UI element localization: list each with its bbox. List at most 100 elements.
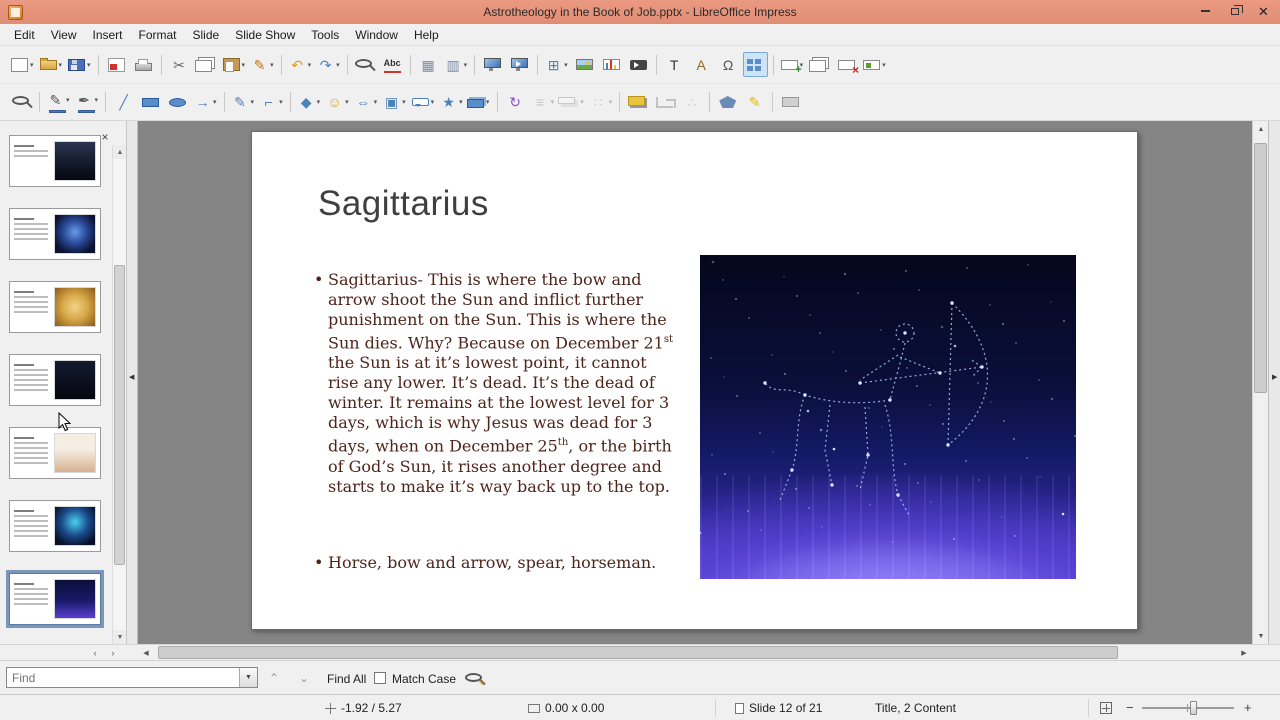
snap-lines-button[interactable]: ▥ ▾ bbox=[443, 52, 470, 77]
insert-table-dropdown-caret[interactable]: ▾ bbox=[564, 61, 568, 69]
save-button[interactable]: ▾ bbox=[66, 52, 93, 77]
fit-slide-button[interactable] bbox=[1100, 702, 1112, 714]
find-next-button[interactable]: ⌄ bbox=[292, 668, 316, 688]
symbol-shapes-button[interactable]: ☺ ▾ bbox=[324, 90, 351, 115]
menu-item-slide-show[interactable]: Slide Show bbox=[227, 25, 303, 45]
display-grid-button[interactable]: ▦ bbox=[416, 52, 441, 77]
arrange-objects-button[interactable]: ▾ bbox=[558, 90, 586, 115]
undo-dropdown-caret[interactable]: ▾ bbox=[308, 61, 312, 69]
slide-thumbnail-2[interactable] bbox=[9, 208, 101, 260]
insert-table-button[interactable]: ⊞ ▾ bbox=[543, 52, 570, 77]
slide-title[interactable]: Sagittarius bbox=[318, 184, 489, 224]
crop-image-button[interactable] bbox=[652, 90, 677, 115]
insert-chart-button[interactable] bbox=[599, 52, 624, 77]
new-slide-button[interactable]: ▾ bbox=[779, 52, 806, 77]
clone-formatting-button[interactable]: ✎ ▾ bbox=[249, 52, 276, 77]
find-previous-button[interactable]: ⌃ bbox=[262, 668, 286, 688]
slide-body-text[interactable]: • Sagittarius- This is where the bow and… bbox=[314, 270, 682, 573]
lines-and-arrows-button[interactable]: → ▾ bbox=[192, 90, 219, 115]
panel-scrollbar-thumb[interactable] bbox=[114, 265, 125, 565]
arrange-objects-dropdown-caret[interactable]: ▾ bbox=[580, 98, 584, 106]
insert-special-character-button[interactable]: Ω bbox=[716, 52, 741, 77]
panel-scrollbar[interactable]: ▲ ▼ bbox=[112, 145, 126, 644]
open-document-dropdown-caret[interactable]: ▾ bbox=[59, 61, 63, 69]
panel-scroll-left-icon[interactable]: ‹ bbox=[88, 645, 102, 661]
slide-thumbnail-5[interactable] bbox=[9, 427, 101, 479]
scroll-down-icon[interactable]: ▼ bbox=[1253, 628, 1269, 644]
zoom-slider-thumb[interactable] bbox=[1190, 701, 1197, 715]
paste-dropdown-caret[interactable]: ▾ bbox=[242, 61, 246, 69]
zoom-out-button[interactable]: − bbox=[1126, 700, 1134, 715]
sidebar-splitter[interactable]: ▶ bbox=[1268, 121, 1280, 644]
slide-thumbnail-7[interactable] bbox=[6, 570, 104, 628]
callout-shapes-button[interactable]: ▾ bbox=[410, 90, 437, 115]
menu-item-format[interactable]: Format bbox=[131, 25, 185, 45]
basic-shapes-dropdown-caret[interactable]: ▾ bbox=[317, 98, 321, 106]
find-and-replace-button[interactable]: ✎ bbox=[462, 669, 488, 689]
sagittarius-constellation-image[interactable] bbox=[700, 255, 1076, 579]
polygon-button[interactable] bbox=[715, 90, 740, 115]
slide-properties-dropdown-caret[interactable]: ▾ bbox=[882, 61, 886, 69]
align-objects-button[interactable]: ≡ ▾ bbox=[530, 90, 557, 115]
snap-lines-dropdown-caret[interactable]: ▾ bbox=[464, 61, 468, 69]
menu-item-help[interactable]: Help bbox=[406, 25, 447, 45]
find-and-replace-button[interactable] bbox=[353, 52, 378, 77]
menu-item-edit[interactable]: Edit bbox=[6, 25, 43, 45]
main-slide[interactable]: Sagittarius • Sagittarius- This is where… bbox=[251, 131, 1138, 630]
slide-thumbnail-4[interactable] bbox=[9, 354, 101, 406]
start-from-first-slide-button[interactable] bbox=[480, 52, 505, 77]
restore-button[interactable] bbox=[1220, 0, 1249, 22]
copy-button[interactable] bbox=[194, 52, 219, 77]
open-document-button[interactable]: ▾ bbox=[38, 52, 65, 77]
shadow-button[interactable] bbox=[625, 90, 650, 115]
cut-button[interactable]: ✂ bbox=[167, 52, 192, 77]
panel-scroll-right-icon[interactable]: › bbox=[106, 645, 120, 661]
vertical-scrollbar-thumb[interactable] bbox=[1254, 143, 1267, 393]
scroll-left-icon[interactable]: ◀ bbox=[138, 645, 154, 661]
block-arrows-button[interactable]: ⇔ ▾ bbox=[353, 90, 380, 115]
panel-close-button[interactable]: × bbox=[98, 130, 112, 144]
redo-button[interactable]: ↷ ▾ bbox=[315, 52, 342, 77]
zoom-button[interactable] bbox=[9, 90, 34, 115]
horizontal-scrollbar[interactable]: ◀ ▶ bbox=[138, 645, 1252, 661]
find-all-button[interactable]: Find All bbox=[327, 672, 366, 686]
flowchart-shapes-dropdown-caret[interactable]: ▾ bbox=[402, 98, 406, 106]
line-color-dropdown-caret[interactable]: ▾ bbox=[66, 96, 70, 104]
redo-dropdown-caret[interactable]: ▾ bbox=[336, 61, 340, 69]
connectors-button[interactable]: ⌐ ▾ bbox=[258, 90, 285, 115]
connectors-dropdown-caret[interactable]: ▾ bbox=[279, 98, 283, 106]
stars-and-banners-button[interactable]: ★ ▾ bbox=[438, 90, 465, 115]
undo-button[interactable]: ↶ ▾ bbox=[287, 52, 314, 77]
glue-points-button[interactable]: ✎ bbox=[742, 90, 767, 115]
paste-button[interactable]: ▾ bbox=[221, 52, 248, 77]
flowchart-shapes-button[interactable]: ▣ ▾ bbox=[381, 90, 408, 115]
rectangle-button[interactable] bbox=[138, 90, 163, 115]
callout-shapes-dropdown-caret[interactable]: ▾ bbox=[431, 98, 435, 106]
insert-image-button[interactable] bbox=[572, 52, 597, 77]
ellipse-button[interactable] bbox=[165, 90, 190, 115]
collapse-panel-icon[interactable]: ◀ bbox=[129, 373, 134, 381]
display-views-button[interactable] bbox=[742, 52, 768, 77]
menu-item-slide[interactable]: Slide bbox=[185, 25, 228, 45]
curves-and-polygons-button[interactable]: ✎ ▾ bbox=[230, 90, 257, 115]
insert-fontwork-button[interactable]: A bbox=[689, 52, 714, 77]
scroll-up-icon[interactable]: ▲ bbox=[1253, 121, 1269, 137]
new-document-dropdown-caret[interactable]: ▾ bbox=[30, 61, 34, 69]
duplicate-slide-button[interactable] bbox=[807, 52, 832, 77]
basic-shapes-button[interactable]: ◆ ▾ bbox=[296, 90, 323, 115]
match-case-checkbox[interactable] bbox=[374, 672, 386, 684]
zoom-slider[interactable] bbox=[1142, 701, 1234, 715]
panel-splitter[interactable]: ◀ bbox=[127, 121, 138, 644]
slide-thumbnail-3[interactable] bbox=[9, 281, 101, 333]
toggle-extrusion-button[interactable] bbox=[778, 90, 803, 115]
start-from-current-slide-button[interactable] bbox=[507, 52, 532, 77]
slide-properties-button[interactable]: ▾ bbox=[861, 52, 888, 77]
new-document-button[interactable]: ▾ bbox=[9, 52, 36, 77]
edit-points-button[interactable]: ∴ bbox=[679, 90, 704, 115]
clone-formatting-dropdown-caret[interactable]: ▾ bbox=[270, 61, 274, 69]
panel-scroll-down-icon[interactable]: ▼ bbox=[113, 630, 126, 644]
block-arrows-dropdown-caret[interactable]: ▾ bbox=[374, 98, 378, 106]
find-input[interactable] bbox=[7, 668, 239, 687]
delete-slide-button[interactable] bbox=[834, 52, 859, 77]
menu-item-tools[interactable]: Tools bbox=[303, 25, 347, 45]
